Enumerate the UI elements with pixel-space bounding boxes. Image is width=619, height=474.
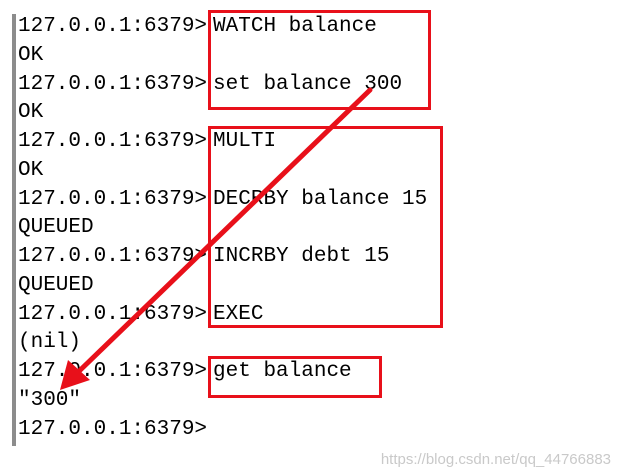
terminal-line: 127.0.0.1:6379> xyxy=(18,416,608,445)
cli-prompt: 127.0.0.1:6379> xyxy=(18,302,208,326)
cli-prompt: 127.0.0.1:6379> xyxy=(18,360,208,383)
highlight-box-transaction xyxy=(208,126,443,328)
terminal-line: (nil) xyxy=(18,329,608,358)
cli-prompt: 127.0.0.1:6379> xyxy=(18,72,208,96)
cli-output: "300" xyxy=(18,388,82,412)
cli-output: OK xyxy=(18,43,44,67)
cli-output: QUEUED xyxy=(18,273,94,297)
cli-output: OK xyxy=(18,101,44,125)
cli-output: QUEUED xyxy=(18,216,94,240)
screenshot-canvas: 127.0.0.1:6379> WATCH balance OK 127.0.0.… xyxy=(0,0,619,474)
terminal-left-edge xyxy=(12,14,16,446)
cli-prompt: 127.0.0.1:6379> xyxy=(18,15,208,38)
cli-output: (nil) xyxy=(18,331,82,355)
highlight-box-watch-set xyxy=(208,10,431,110)
cli-output: OK xyxy=(18,158,44,182)
cli-prompt: 127.0.0.1:6379> xyxy=(18,130,208,153)
cli-prompt: 127.0.0.1:6379> xyxy=(18,187,208,211)
watermark-text: https://blog.csdn.net/qq_44766883 xyxy=(380,451,611,468)
cli-prompt: 127.0.0.1:6379> xyxy=(18,417,208,441)
cli-prompt: 127.0.0.1:6379> xyxy=(18,245,208,268)
highlight-box-get xyxy=(208,356,382,398)
